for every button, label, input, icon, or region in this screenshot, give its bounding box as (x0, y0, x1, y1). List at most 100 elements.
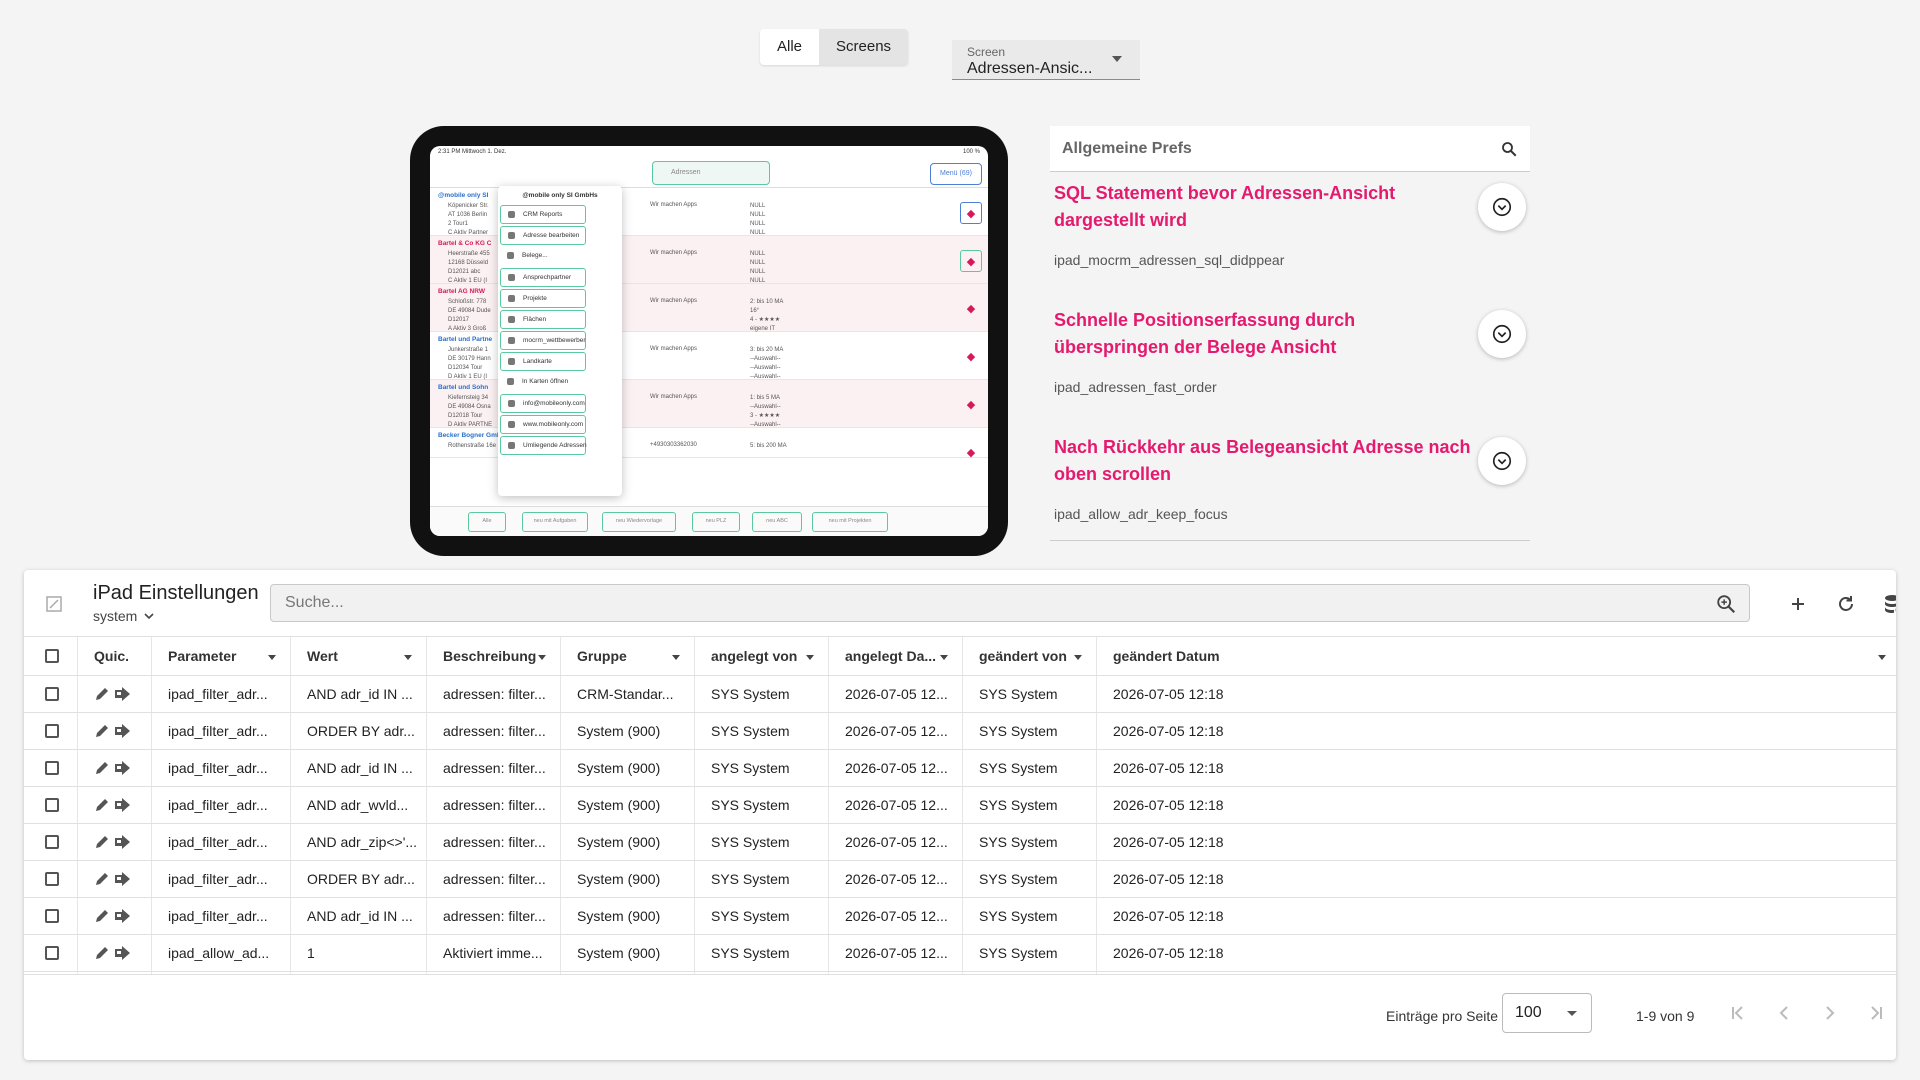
table-row[interactable]: ipad_filter_adr... AND adr_id IN ... adres… (24, 750, 1896, 787)
duplicate-arrow-icon[interactable] (114, 908, 132, 924)
sort-caret-icon[interactable] (1074, 655, 1082, 660)
table-row[interactable]: ipad_filter_adr... AND adr_wvld... adresse… (24, 787, 1896, 824)
table-row[interactable]: ipad_filter_adr... AND adr_zip<>'... adres… (24, 824, 1896, 861)
column-header[interactable]: geändert Datum (1113, 637, 1873, 675)
last-page-icon[interactable] (1864, 1001, 1888, 1025)
next-page-icon[interactable] (1818, 1001, 1842, 1025)
row-checkbox[interactable] (45, 835, 59, 849)
sort-caret-icon[interactable] (1878, 655, 1886, 660)
sort-caret-icon[interactable] (538, 655, 546, 660)
table-cell: 2026-07-05 12... (845, 760, 948, 776)
table-row[interactable]: ipad_filter_adr... ORDER BY adr... adresse… (24, 713, 1896, 750)
edit-pencil-icon[interactable] (94, 797, 110, 813)
ipad-popup-title: @mobile only SI GmbHs (522, 192, 598, 199)
toggle-screens[interactable]: Screens (819, 29, 909, 65)
row-checkbox[interactable] (45, 761, 59, 775)
duplicate-arrow-icon[interactable] (114, 686, 132, 702)
sort-caret-icon[interactable] (404, 655, 412, 660)
column-divider (151, 750, 152, 786)
prefs-search-input[interactable] (1062, 126, 1482, 172)
column-divider (290, 787, 291, 823)
row-checkbox[interactable] (45, 872, 59, 886)
row-checkbox[interactable] (45, 909, 59, 923)
duplicate-arrow-icon[interactable] (114, 945, 132, 961)
column-header[interactable]: Quic... (94, 637, 128, 675)
edit-pencil-icon[interactable] (94, 945, 110, 961)
table-cell: ipad_filter_adr... (168, 871, 268, 887)
search-icon[interactable] (1500, 140, 1518, 158)
edit-pencil-icon[interactable] (94, 871, 110, 887)
column-header[interactable]: geändert von (979, 637, 1073, 675)
column-header[interactable]: Wert (307, 637, 403, 675)
sort-caret-icon[interactable] (672, 655, 680, 660)
column-header[interactable]: Parameter (168, 637, 267, 675)
toggle-alle[interactable]: Alle (760, 29, 820, 65)
column-divider (77, 935, 78, 971)
duplicate-arrow-icon[interactable] (114, 797, 132, 813)
row-checkbox[interactable] (45, 724, 59, 738)
duplicate-arrow-icon[interactable] (114, 834, 132, 850)
table-search-input[interactable] (285, 585, 1685, 621)
previous-page-icon[interactable] (1772, 1001, 1796, 1025)
edit-pencil-icon[interactable] (94, 908, 110, 924)
column-header[interactable]: angelegt Da... (845, 637, 939, 675)
ipad-row-info: Wir machen Apps (650, 394, 698, 400)
column-divider (77, 824, 78, 860)
sort-caret-icon[interactable] (940, 655, 948, 660)
expand-button[interactable] (1478, 437, 1526, 485)
expand-button[interactable] (1478, 310, 1526, 358)
column-divider (151, 787, 152, 823)
zoom-search-icon[interactable] (1715, 593, 1737, 615)
duplicate-arrow-icon[interactable] (114, 760, 132, 776)
table-row[interactable]: ipad_filter_adr... AND adr_id IN ... adres… (24, 676, 1896, 713)
edit-pencil-icon[interactable] (94, 760, 110, 776)
edit-pencil-icon[interactable] (94, 723, 110, 739)
edit-checkbox-icon[interactable] (46, 596, 62, 612)
column-header[interactable]: angelegt von (711, 637, 805, 675)
database-settings-icon[interactable] (1882, 592, 1896, 616)
duplicate-arrow-icon[interactable] (114, 723, 132, 739)
ipad-popup-item: Belege... (500, 247, 620, 266)
table-body: ipad_filter_adr... AND adr_id IN ... adres… (24, 676, 1896, 974)
refresh-icon[interactable] (1834, 592, 1858, 616)
column-divider (1096, 750, 1097, 786)
row-checkbox[interactable] (45, 687, 59, 701)
sort-caret-icon[interactable] (268, 655, 276, 660)
table-row[interactable]: ipad_filter_adr... ORDER BY adr... adresse… (24, 861, 1896, 898)
column-header[interactable]: Beschreibung (443, 637, 537, 675)
edit-pencil-icon[interactable] (94, 834, 110, 850)
system-dropdown[interactable]: system (93, 608, 155, 624)
ipad-bottom-toolbar: Alle neu mit Aufgaben neu Wiedervorlage neu… (430, 506, 988, 536)
column-header[interactable]: Gruppe (577, 637, 671, 675)
edit-pencil-icon[interactable] (94, 686, 110, 702)
table-cell: SYS System (711, 834, 790, 850)
add-icon[interactable] (1786, 592, 1810, 616)
table-row[interactable]: ipad_allow_ad... 1 Aktiviert imme... System… (24, 935, 1896, 972)
table-cell: SYS System (979, 908, 1058, 924)
column-divider (151, 637, 152, 675)
select-all-checkbox[interactable] (45, 649, 59, 663)
sort-caret-icon[interactable] (806, 655, 814, 660)
ipad-row-address-line: Heerstraße 455 (448, 251, 490, 257)
table-cell: adressen: filter... (443, 723, 546, 739)
ipad-row-address-line: DE 49084 Dude (448, 308, 491, 314)
table-search-field[interactable] (270, 584, 1750, 622)
column-divider (828, 637, 829, 675)
ipad-row-name: Bartel & Co KG C (438, 240, 492, 247)
ipad-popup-item: www.mobileonly.com (500, 415, 586, 434)
table-cell: System (900) (577, 908, 661, 924)
screen-select[interactable]: Screen Adressen-Ansic... (952, 40, 1140, 80)
items-per-page-select[interactable]: 100 (1502, 993, 1592, 1033)
pref-title: Schnelle Positionserfassung durch übersp… (1054, 310, 1356, 357)
row-checkbox[interactable] (45, 798, 59, 812)
row-checkbox[interactable] (45, 946, 59, 960)
table-row[interactable]: ipad_filter_adr... AND adr_id IN ... adres… (24, 898, 1896, 935)
first-page-icon[interactable] (1726, 1001, 1750, 1025)
column-divider (290, 898, 291, 934)
ipad-toolbar-button: neu PLZ (692, 512, 740, 532)
duplicate-arrow-icon[interactable] (114, 871, 132, 887)
expand-button[interactable] (1478, 183, 1526, 231)
ipad-popup-item: CRM Reports (500, 205, 586, 224)
prefs-search-field[interactable] (1050, 126, 1530, 172)
column-divider (426, 637, 427, 675)
